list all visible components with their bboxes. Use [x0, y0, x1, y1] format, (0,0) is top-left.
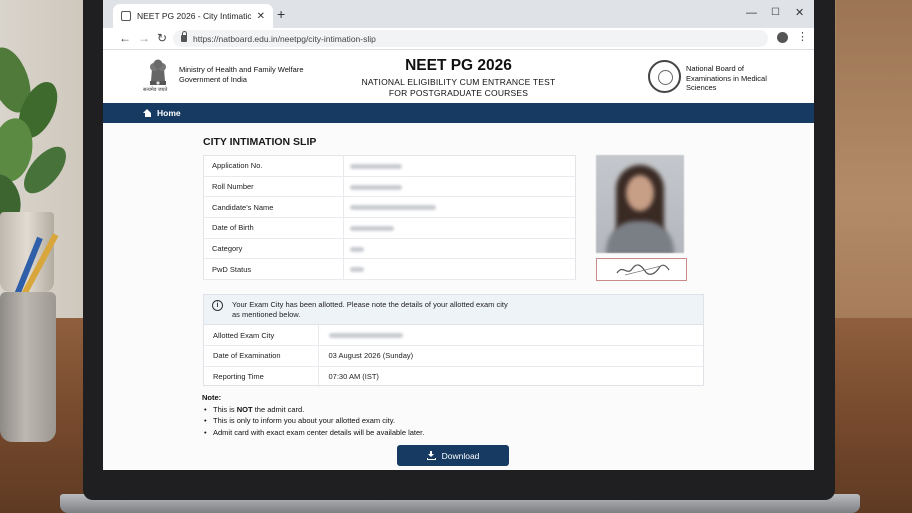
redacted-value	[318, 325, 703, 346]
browser-tab[interactable]: NEET PG 2026 - City Intimation Slip ✕	[113, 4, 273, 28]
table-row: PwD Status	[203, 258, 576, 281]
forward-arrow-icon[interactable]: →	[138, 31, 150, 45]
reload-icon[interactable]: ↻	[157, 31, 167, 45]
list-item: Admit card with exact exam center detail…	[202, 427, 424, 439]
download-label: Download	[441, 450, 480, 461]
table-row: Date of Birth	[203, 217, 576, 239]
field-label: Application No.	[203, 155, 344, 177]
table-row: Category	[203, 238, 576, 260]
redacted-value	[343, 238, 576, 260]
minimize-icon[interactable]: —	[746, 7, 757, 19]
lock-icon	[181, 31, 187, 42]
download-icon	[426, 451, 436, 460]
redacted-value	[343, 196, 576, 219]
redacted-value	[343, 155, 576, 177]
field-label: Reporting Time	[204, 366, 319, 387]
field-label: Roll Number	[203, 176, 344, 198]
field-label: Category	[203, 238, 344, 260]
redacted-value	[343, 258, 576, 281]
background-wall	[836, 0, 912, 330]
window-close-icon[interactable]: ✕	[795, 7, 804, 19]
field-label: PwD Status	[203, 258, 344, 281]
candidate-signature	[596, 258, 687, 281]
site-navbar: Home	[103, 103, 814, 123]
home-icon[interactable]	[143, 109, 152, 117]
candidate-photo	[596, 155, 684, 253]
field-label: Date of Birth	[203, 217, 344, 239]
close-icon[interactable]: ✕	[257, 11, 265, 22]
pencil-cup	[0, 292, 56, 442]
table-row: Allotted Exam City	[204, 325, 703, 346]
field-label: Date of Examination	[204, 345, 319, 367]
plant-leaves	[0, 47, 66, 226]
notes-section: Note: This is NOT the admit card. This i…	[202, 392, 424, 438]
maximize-icon[interactable]: ☐	[771, 7, 780, 19]
profile-icon[interactable]	[777, 32, 788, 43]
list-item: This is NOT the admit card.	[202, 404, 424, 416]
url-text: https://natboard.edu.in/neetpg/city-inti…	[193, 33, 376, 44]
back-arrow-icon[interactable]: ←	[119, 31, 131, 45]
info-text: Your Exam City has been allotted. Please…	[232, 300, 508, 319]
candidate-details-table: Application No. Roll Number Candidate's …	[203, 155, 576, 281]
new-tab-icon[interactable]: +	[277, 6, 285, 22]
nbems-logo-icon	[648, 60, 681, 93]
table-row: Date of Examination 03 August 2026 (Sund…	[204, 345, 703, 367]
favicon-icon	[121, 11, 131, 21]
table-row: Candidate's Name	[203, 196, 576, 219]
notes-title: Note:	[202, 393, 222, 402]
table-row: Roll Number	[203, 176, 576, 198]
list-item: This is only to inform you about your al…	[202, 415, 424, 427]
notes-list: This is NOT the admit card. This is only…	[202, 404, 424, 439]
board-name: National Board of Examinations in Medica…	[686, 64, 767, 92]
reporting-time-value: 07:30 AM (IST)	[328, 372, 379, 381]
info-banner: i Your Exam City has been allotted. Plea…	[204, 295, 703, 325]
exam-date-value: 03 August 2026 (Sunday)	[318, 345, 703, 367]
info-icon: i	[212, 300, 223, 311]
redacted-value	[343, 176, 576, 198]
table-row: Application No.	[203, 155, 576, 177]
field-label: Allotted Exam City	[204, 325, 319, 346]
table-row: Reporting Time 07:30 AM (IST)	[204, 366, 703, 387]
browser-toolbar: ← → ↻ https://natboard.edu.in/neetpg/cit…	[103, 28, 814, 50]
browser-tabstrip: NEET PG 2026 - City Intimation Slip ✕ + …	[103, 0, 814, 28]
tab-title: NEET PG 2026 - City Intimation Slip	[137, 11, 251, 21]
nav-home-link[interactable]: Home	[157, 108, 181, 118]
address-bar[interactable]: https://natboard.edu.in/neetpg/city-inti…	[173, 30, 768, 47]
field-label: Candidate's Name	[203, 196, 344, 219]
main-content: CITY INTIMATION SLIP Application No. Rol…	[103, 123, 814, 470]
redacted-value	[343, 217, 576, 239]
site-header: सत्यमेव जयते Ministry of Health and Fami…	[103, 51, 814, 103]
laptop-screen: NEET PG 2026 - City Intimation Slip ✕ + …	[103, 0, 814, 470]
exam-details-table: Allotted Exam City Date of Examination 0…	[204, 325, 703, 387]
signature-icon	[616, 264, 670, 276]
kebab-menu-icon[interactable]: ⋮	[797, 30, 808, 44]
page-title: CITY INTIMATION SLIP	[203, 136, 317, 148]
download-button[interactable]: Download	[397, 445, 509, 466]
exam-allotment-box: i Your Exam City has been allotted. Plea…	[203, 294, 704, 387]
